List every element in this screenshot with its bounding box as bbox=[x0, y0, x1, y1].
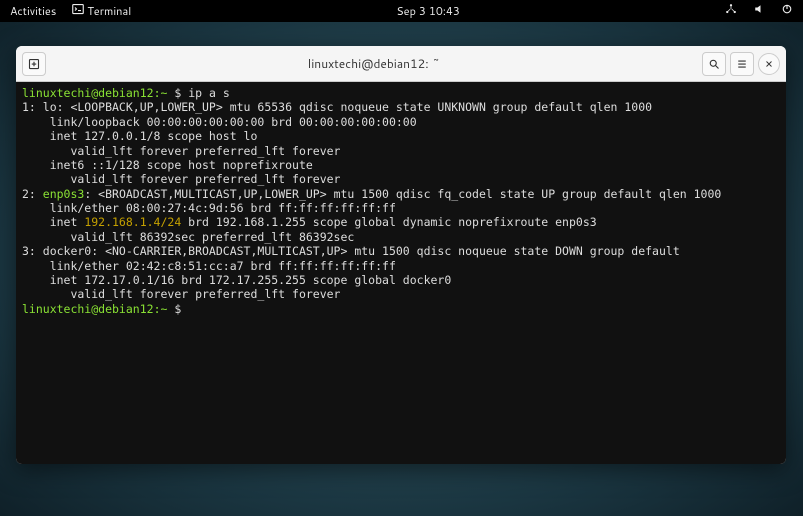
new-tab-button[interactable] bbox=[22, 52, 46, 76]
window-titlebar[interactable]: linuxtechi@debian12: ~ bbox=[16, 46, 786, 82]
current-app-indicator[interactable]: Terminal bbox=[68, 1, 135, 21]
volume-icon[interactable] bbox=[749, 1, 769, 21]
new-tab-icon bbox=[28, 58, 40, 70]
output-line: link/ether 08:00:27:4c:9d:56 brd ff:ff:f… bbox=[22, 201, 396, 215]
output-line: valid_lft forever preferred_lft forever bbox=[22, 287, 341, 301]
ip-address-highlight: 192.168.1.4/24 bbox=[84, 215, 181, 229]
output-line: 1: lo: <LOOPBACK,UP,LOWER_UP> mtu 65536 … bbox=[22, 100, 652, 114]
terminal-content[interactable]: linuxtechi@debian12:~ $ ip a s 1: lo: <L… bbox=[16, 82, 786, 464]
output-line: 3: docker0: <NO-CARRIER,BROADCAST,MULTIC… bbox=[22, 244, 680, 258]
output-line: inet 172.17.0.1/16 brd 172.17.255.255 sc… bbox=[22, 273, 451, 287]
output-line: 2: bbox=[22, 187, 43, 201]
prompt-symbol: $ bbox=[167, 302, 188, 316]
output-line: link/loopback 00:00:00:00:00:00 brd 00:0… bbox=[22, 115, 417, 129]
terminal-icon bbox=[72, 3, 84, 15]
search-icon bbox=[708, 58, 720, 70]
prompt-path: :~ bbox=[154, 302, 168, 316]
hamburger-icon bbox=[736, 58, 748, 70]
terminal-window: linuxtechi@debian12: ~ linuxtechi@debian… bbox=[16, 46, 786, 464]
close-button[interactable] bbox=[758, 53, 780, 75]
interface-name-highlight: enp0s3 bbox=[43, 187, 85, 201]
gnome-topbar: Activities Terminal Sep 3 10:43 bbox=[0, 0, 803, 22]
prompt-user: linuxtechi@debian12 bbox=[22, 302, 154, 316]
network-icon[interactable] bbox=[721, 1, 741, 21]
prompt-symbol: $ bbox=[167, 86, 188, 100]
current-app-label: Terminal bbox=[87, 3, 131, 19]
clock[interactable]: Sep 3 10:43 bbox=[392, 1, 464, 21]
power-icon[interactable] bbox=[777, 1, 797, 21]
menu-button[interactable] bbox=[730, 52, 754, 76]
activities-button[interactable]: Activities bbox=[6, 1, 60, 21]
output-line: link/ether 02:42:c8:51:cc:a7 brd ff:ff:f… bbox=[22, 259, 396, 273]
window-title: linuxtechi@debian12: ~ bbox=[46, 55, 702, 72]
output-line: inet6 ::1/128 scope host noprefixroute bbox=[22, 158, 313, 172]
output-line: brd 192.168.1.255 scope global dynamic n… bbox=[181, 215, 596, 229]
prompt-path: :~ bbox=[154, 86, 168, 100]
command-text: ip a s bbox=[188, 86, 230, 100]
output-line: valid_lft 86392sec preferred_lft 86392se… bbox=[22, 230, 354, 244]
close-icon bbox=[764, 59, 774, 69]
output-line: inet bbox=[22, 215, 84, 229]
prompt-user: linuxtechi@debian12 bbox=[22, 86, 154, 100]
output-line: inet 127.0.0.1/8 scope host lo bbox=[22, 129, 257, 143]
output-line: valid_lft forever preferred_lft forever bbox=[22, 144, 341, 158]
search-button[interactable] bbox=[702, 52, 726, 76]
output-line: valid_lft forever preferred_lft forever bbox=[22, 172, 341, 186]
output-line: : <BROADCAST,MULTICAST,UP,LOWER_UP> mtu … bbox=[84, 187, 721, 201]
